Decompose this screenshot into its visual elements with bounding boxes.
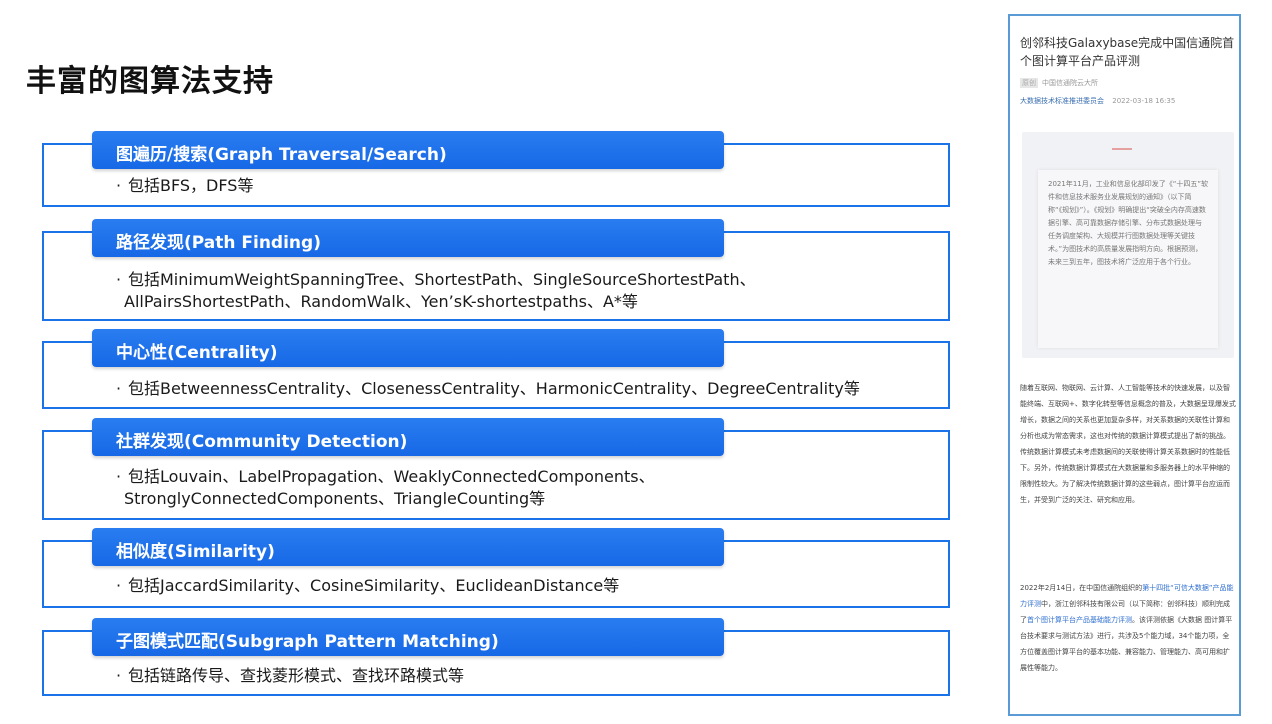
quote-text: 2021年11月，工业和信息化部印发了《“十四五”软件和信息技术服务业发展规划的… <box>1038 170 1218 348</box>
card-text: 包括链路传导、查找菱形模式、查找环路模式等 <box>128 666 465 685</box>
card-body: · 包括BFS，DFS等 <box>116 176 254 195</box>
card-header: 中心性(Centrality) <box>92 329 724 367</box>
algorithm-card-path-finding: 路径发现(Path Finding) · 包括MinimumWeightSpann… <box>42 219 950 321</box>
article-time: 2022-03-18 16:35 <box>1112 97 1176 105</box>
article-source: 中国信通院云大所 <box>1042 79 1098 87</box>
article-meta: 原创 中国信通院云大所 <box>1020 78 1098 88</box>
paragraph-text: 。该评测依据《大数据 图计算平台技术要求与测试方法》进行，共涉及5个能力域，34… <box>1020 616 1233 672</box>
card-header: 路径发现(Path Finding) <box>92 219 724 257</box>
highlight-text: 首个图计算平台产品基础能力评测 <box>1027 616 1132 624</box>
article-org-link[interactable]: 大数据技术标准推进委员会 <box>1020 97 1104 105</box>
article-panel: 创邻科技Galaxybase完成中国信通院首个图计算平台产品评测 原创 中国信通院… <box>1008 14 1241 716</box>
quote-box: 2021年11月，工业和信息化部印发了《“十四五”软件和信息技术服务业发展规划的… <box>1022 132 1234 358</box>
card-text: 包括BetweennessCentrality、ClosenessCentral… <box>128 379 860 398</box>
card-body: · 包括Louvain、LabelPropagation、WeaklyConnec… <box>116 467 655 508</box>
card-text: StronglyConnectedComponents、TriangleCoun… <box>124 489 546 508</box>
card-header: 子图模式匹配(Subgraph Pattern Matching) <box>92 618 724 656</box>
algorithm-card-subgraph: 子图模式匹配(Subgraph Pattern Matching) · 包括链路传… <box>42 618 950 696</box>
card-body: · 包括JaccardSimilarity、CosineSimilarity、Eu… <box>116 576 620 595</box>
article-meta: 大数据技术标准推进委员会 2022-03-18 16:35 <box>1020 96 1175 106</box>
card-header: 社群发现(Community Detection) <box>92 418 724 456</box>
card-text: 包括JaccardSimilarity、CosineSimilarity、Euc… <box>128 576 620 595</box>
card-body: · 包括MinimumWeightSpanningTree、ShortestPat… <box>116 270 756 311</box>
original-tag: 原创 <box>1020 78 1038 88</box>
slide-title: 丰富的图算法支持 <box>26 64 274 99</box>
card-header: 相似度(Similarity) <box>92 528 724 566</box>
algorithm-card-community: 社群发现(Community Detection) · 包括Louvain、Lab… <box>42 418 950 520</box>
article-paragraph: 2022年2月14日，在中国信通院组织的第十四批“可信大数据”产品能力评测中，浙… <box>1020 580 1236 676</box>
card-text: 包括Louvain、LabelPropagation、WeaklyConnect… <box>128 467 655 486</box>
card-header: 图遍历/搜索(Graph Traversal/Search) <box>92 131 724 169</box>
algorithm-card-traversal: 图遍历/搜索(Graph Traversal/Search) · 包括BFS，DF… <box>42 131 950 207</box>
card-text: 包括MinimumWeightSpanningTree、ShortestPath… <box>128 270 756 289</box>
quote-divider <box>1112 148 1132 150</box>
card-text: AllPairsShortestPath、RandomWalk、Yen’sK-s… <box>124 292 638 311</box>
article-title: 创邻科技Galaxybase完成中国信通院首个图计算平台产品评测 <box>1020 36 1235 68</box>
paragraph-text: 2022年2月14日，在中国信通院组织的 <box>1020 584 1143 592</box>
article-paragraph: 随着互联网、物联网、云计算、人工智能等技术的快速发展，以及智能终端、互联网+、数… <box>1020 384 1236 504</box>
algorithm-card-similarity: 相似度(Similarity) · 包括JaccardSimilarity、Cos… <box>42 528 950 608</box>
card-body: · 包括BetweennessCentrality、ClosenessCentra… <box>116 379 860 398</box>
card-body: · 包括链路传导、查找菱形模式、查找环路模式等 <box>116 666 465 685</box>
algorithm-card-centrality: 中心性(Centrality) · 包括BetweennessCentrality… <box>42 329 950 409</box>
card-text: 包括BFS，DFS等 <box>128 176 254 195</box>
